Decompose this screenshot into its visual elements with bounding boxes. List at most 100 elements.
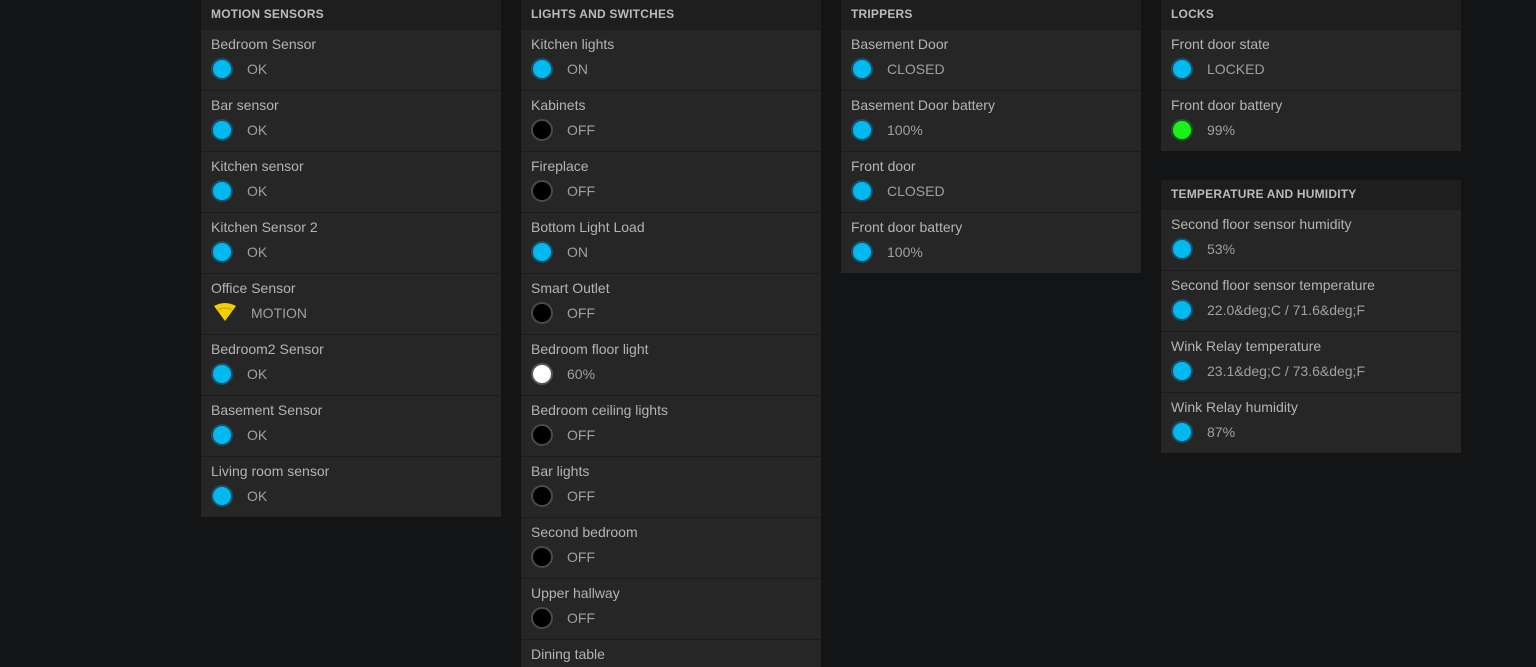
tile-name: Upper hallway [531, 585, 620, 601]
tile-front-door-state[interactable]: Front door state LOCKED [1161, 29, 1461, 90]
tile-bedroom-floor-light[interactable]: Bedroom floor light 60% [521, 334, 821, 395]
tile-kabinets[interactable]: Kabinets OFF [521, 90, 821, 151]
tile-state: ON [567, 244, 588, 260]
tile-state: ON [567, 61, 588, 77]
tile-name: Front door battery [851, 219, 963, 235]
status-dot-icon [211, 119, 233, 141]
status-dot-icon [1171, 360, 1193, 382]
tile-name: Kitchen sensor [211, 158, 304, 174]
tile-state: 23.1&deg;C / 73.6&deg;F [1207, 363, 1365, 379]
tile-name: Second floor sensor humidity [1171, 216, 1352, 232]
tile-name: Front door battery [1171, 97, 1283, 113]
tile-name: Front door state [1171, 36, 1270, 52]
tile-basement-door[interactable]: Basement Door CLOSED [841, 29, 1141, 90]
tile-name: Second bedroom [531, 524, 638, 540]
panel-title: LIGHTS AND SWITCHES [521, 0, 821, 29]
tile-state: OK [247, 488, 268, 504]
panel-locks: LOCKS Front door state LOCKED Front door… [1161, 0, 1461, 151]
tile-state: MOTION [251, 305, 307, 321]
tile-state: 53% [1207, 241, 1236, 257]
tile-lock-front-door-battery[interactable]: Front door battery 99% [1161, 90, 1461, 151]
tile-bar-lights[interactable]: Bar lights OFF [521, 456, 821, 517]
status-dot-icon [531, 424, 553, 446]
tile-kitchen-sensor-2[interactable]: Kitchen Sensor 2 OK [201, 212, 501, 273]
status-dot-icon [1171, 299, 1193, 321]
tile-state: 100% [887, 244, 923, 260]
tile-name: Kitchen lights [531, 36, 615, 52]
tile-name: Front door [851, 158, 916, 174]
status-dot-icon [211, 485, 233, 507]
tile-name: Wink Relay temperature [1171, 338, 1322, 354]
tile-fireplace[interactable]: Fireplace OFF [521, 151, 821, 212]
tile-kitchen-lights[interactable]: Kitchen lights ON [521, 29, 821, 90]
tile-name: Office Sensor [211, 280, 296, 296]
tile-name: Bar sensor [211, 97, 279, 113]
tile-state: 100% [887, 122, 923, 138]
tile-state: 99% [1207, 122, 1236, 138]
tile-wink-relay-temperature[interactable]: Wink Relay temperature 23.1&deg;C / 73.6… [1161, 331, 1461, 392]
tile-state: CLOSED [887, 61, 945, 77]
tile-name: Second floor sensor temperature [1171, 277, 1375, 293]
tile-name: Fireplace [531, 158, 589, 174]
tile-bedroom-ceiling-lights[interactable]: Bedroom ceiling lights OFF [521, 395, 821, 456]
tile-state: OK [247, 244, 268, 260]
tile-name: Bar lights [531, 463, 590, 479]
tile-name: Bedroom2 Sensor [211, 341, 324, 357]
tile-name: Bedroom floor light [531, 341, 649, 357]
panel-trippers: TRIPPERS Basement Door CLOSED Basement D… [841, 0, 1141, 273]
tile-dining-table[interactable]: Dining table [521, 639, 821, 667]
tile-name: Smart Outlet [531, 280, 610, 296]
status-dot-icon [531, 546, 553, 568]
tile-basement-door-battery[interactable]: Basement Door battery 100% [841, 90, 1141, 151]
dashboard: MOTION SENSORS Bedroom Sensor OK Bar sen… [0, 0, 1536, 667]
tile-basement-sensor[interactable]: Basement Sensor OK [201, 395, 501, 456]
tile-bottom-light-load[interactable]: Bottom Light Load ON [521, 212, 821, 273]
tile-name: Bedroom ceiling lights [531, 402, 668, 418]
status-dot-icon [531, 485, 553, 507]
panel-title: LOCKS [1161, 0, 1461, 29]
tile-state: OK [247, 122, 268, 138]
tile-second-floor-humidity[interactable]: Second floor sensor humidity 53% [1161, 209, 1461, 270]
panel-title: TEMPERATURE AND HUMIDITY [1161, 180, 1461, 209]
tile-name: Wink Relay humidity [1171, 399, 1298, 415]
tile-state: LOCKED [1207, 61, 1265, 77]
tile-state: CLOSED [887, 183, 945, 199]
tile-wink-relay-humidity[interactable]: Wink Relay humidity 87% [1161, 392, 1461, 453]
status-dot-icon [1171, 119, 1193, 141]
tile-second-bedroom[interactable]: Second bedroom OFF [521, 517, 821, 578]
tile-upper-hallway[interactable]: Upper hallway OFF [521, 578, 821, 639]
tile-front-door[interactable]: Front door CLOSED [841, 151, 1141, 212]
tile-name: Basement Door [851, 36, 949, 52]
panel-title: TRIPPERS [841, 0, 1141, 29]
tile-name: Living room sensor [211, 463, 330, 479]
status-dot-icon [531, 363, 553, 385]
status-dot-icon [531, 180, 553, 202]
status-dot-icon [531, 119, 553, 141]
tile-second-floor-temperature[interactable]: Second floor sensor temperature 22.0&deg… [1161, 270, 1461, 331]
tile-state: OK [247, 366, 268, 382]
status-dot-icon [851, 58, 873, 80]
tile-kitchen-sensor[interactable]: Kitchen sensor OK [201, 151, 501, 212]
tile-bedroom-sensor[interactable]: Bedroom Sensor OK [201, 29, 501, 90]
tile-name: Bedroom Sensor [211, 36, 317, 52]
tile-smart-outlet[interactable]: Smart Outlet OFF [521, 273, 821, 334]
tile-state: OFF [567, 183, 595, 199]
tile-front-door-battery[interactable]: Front door battery 100% [841, 212, 1141, 273]
tile-state: 87% [1207, 424, 1236, 440]
tile-bar-sensor[interactable]: Bar sensor OK [201, 90, 501, 151]
status-dot-icon [211, 58, 233, 80]
status-dot-icon [531, 58, 553, 80]
tile-state: OFF [567, 305, 595, 321]
tile-office-sensor[interactable]: Office Sensor MOTION [201, 273, 501, 334]
tile-state: OK [247, 427, 268, 443]
status-dot-icon [1171, 238, 1193, 260]
status-dot-icon [1171, 421, 1193, 443]
tile-bedroom2-sensor[interactable]: Bedroom2 Sensor OK [201, 334, 501, 395]
tile-living-room-sensor[interactable]: Living room sensor OK [201, 456, 501, 517]
tile-name: Kitchen Sensor 2 [211, 219, 318, 235]
motion-wave-icon [211, 301, 239, 325]
status-dot-icon [211, 180, 233, 202]
panel-lights-switches: LIGHTS AND SWITCHES Kitchen lights ON Ka… [521, 0, 821, 667]
tile-state: OK [247, 183, 268, 199]
status-dot-icon [851, 180, 873, 202]
